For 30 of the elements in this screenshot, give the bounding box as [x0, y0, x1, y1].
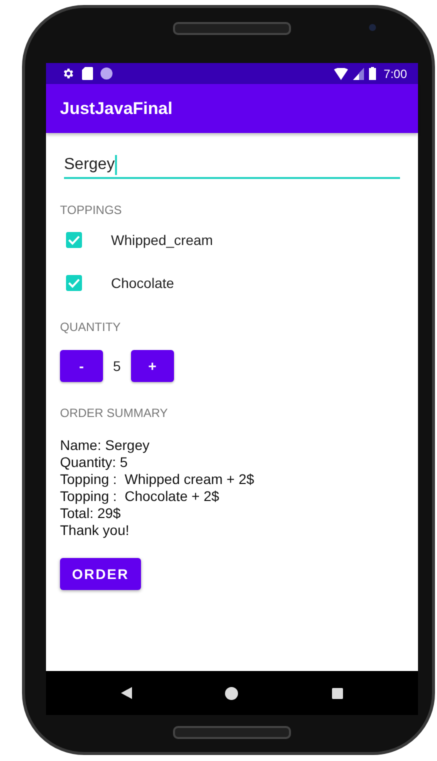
order-button[interactable]: ORDER	[60, 558, 141, 590]
checkbox[interactable]	[66, 275, 82, 291]
camera-lens	[369, 24, 376, 31]
battery-icon	[368, 67, 376, 80]
summary-line: Topping : Whipped cream + 2$	[60, 471, 254, 488]
section-label: QUANTITY	[60, 320, 121, 334]
checkbox[interactable]	[66, 232, 82, 248]
clock-time: 7:00	[384, 66, 407, 80]
summary-line: Quantity: 5	[60, 454, 129, 471]
summary-line: Total: 29$	[60, 505, 122, 522]
name-input-field[interactable]: Sergey	[64, 155, 400, 179]
summary-line: Topping : Chocolate + 2$	[60, 488, 220, 505]
increment-button[interactable]: +	[130, 350, 174, 382]
app-title: JustJavaFinal	[60, 98, 172, 118]
signal-icon	[352, 68, 364, 80]
settings-icon	[62, 67, 75, 80]
section-label: TOPPINGS	[60, 203, 122, 217]
quantity-value: 5	[112, 358, 122, 374]
summary-line: Name: Sergey	[60, 437, 150, 454]
section-label: ORDER SUMMARY	[60, 406, 168, 420]
back-icon[interactable]	[120, 687, 132, 699]
recents-icon[interactable]	[332, 688, 344, 698]
checkbox-label: Whipped_cream	[111, 232, 213, 248]
summary-line: Thank you!	[60, 522, 130, 539]
sd-card-icon	[82, 67, 93, 80]
home-icon[interactable]	[225, 686, 238, 700]
circle-icon	[100, 67, 113, 80]
checkbox-label: Chocolate	[111, 275, 174, 291]
wifi-icon	[334, 68, 348, 80]
decrement-button[interactable]: -	[60, 350, 103, 382]
